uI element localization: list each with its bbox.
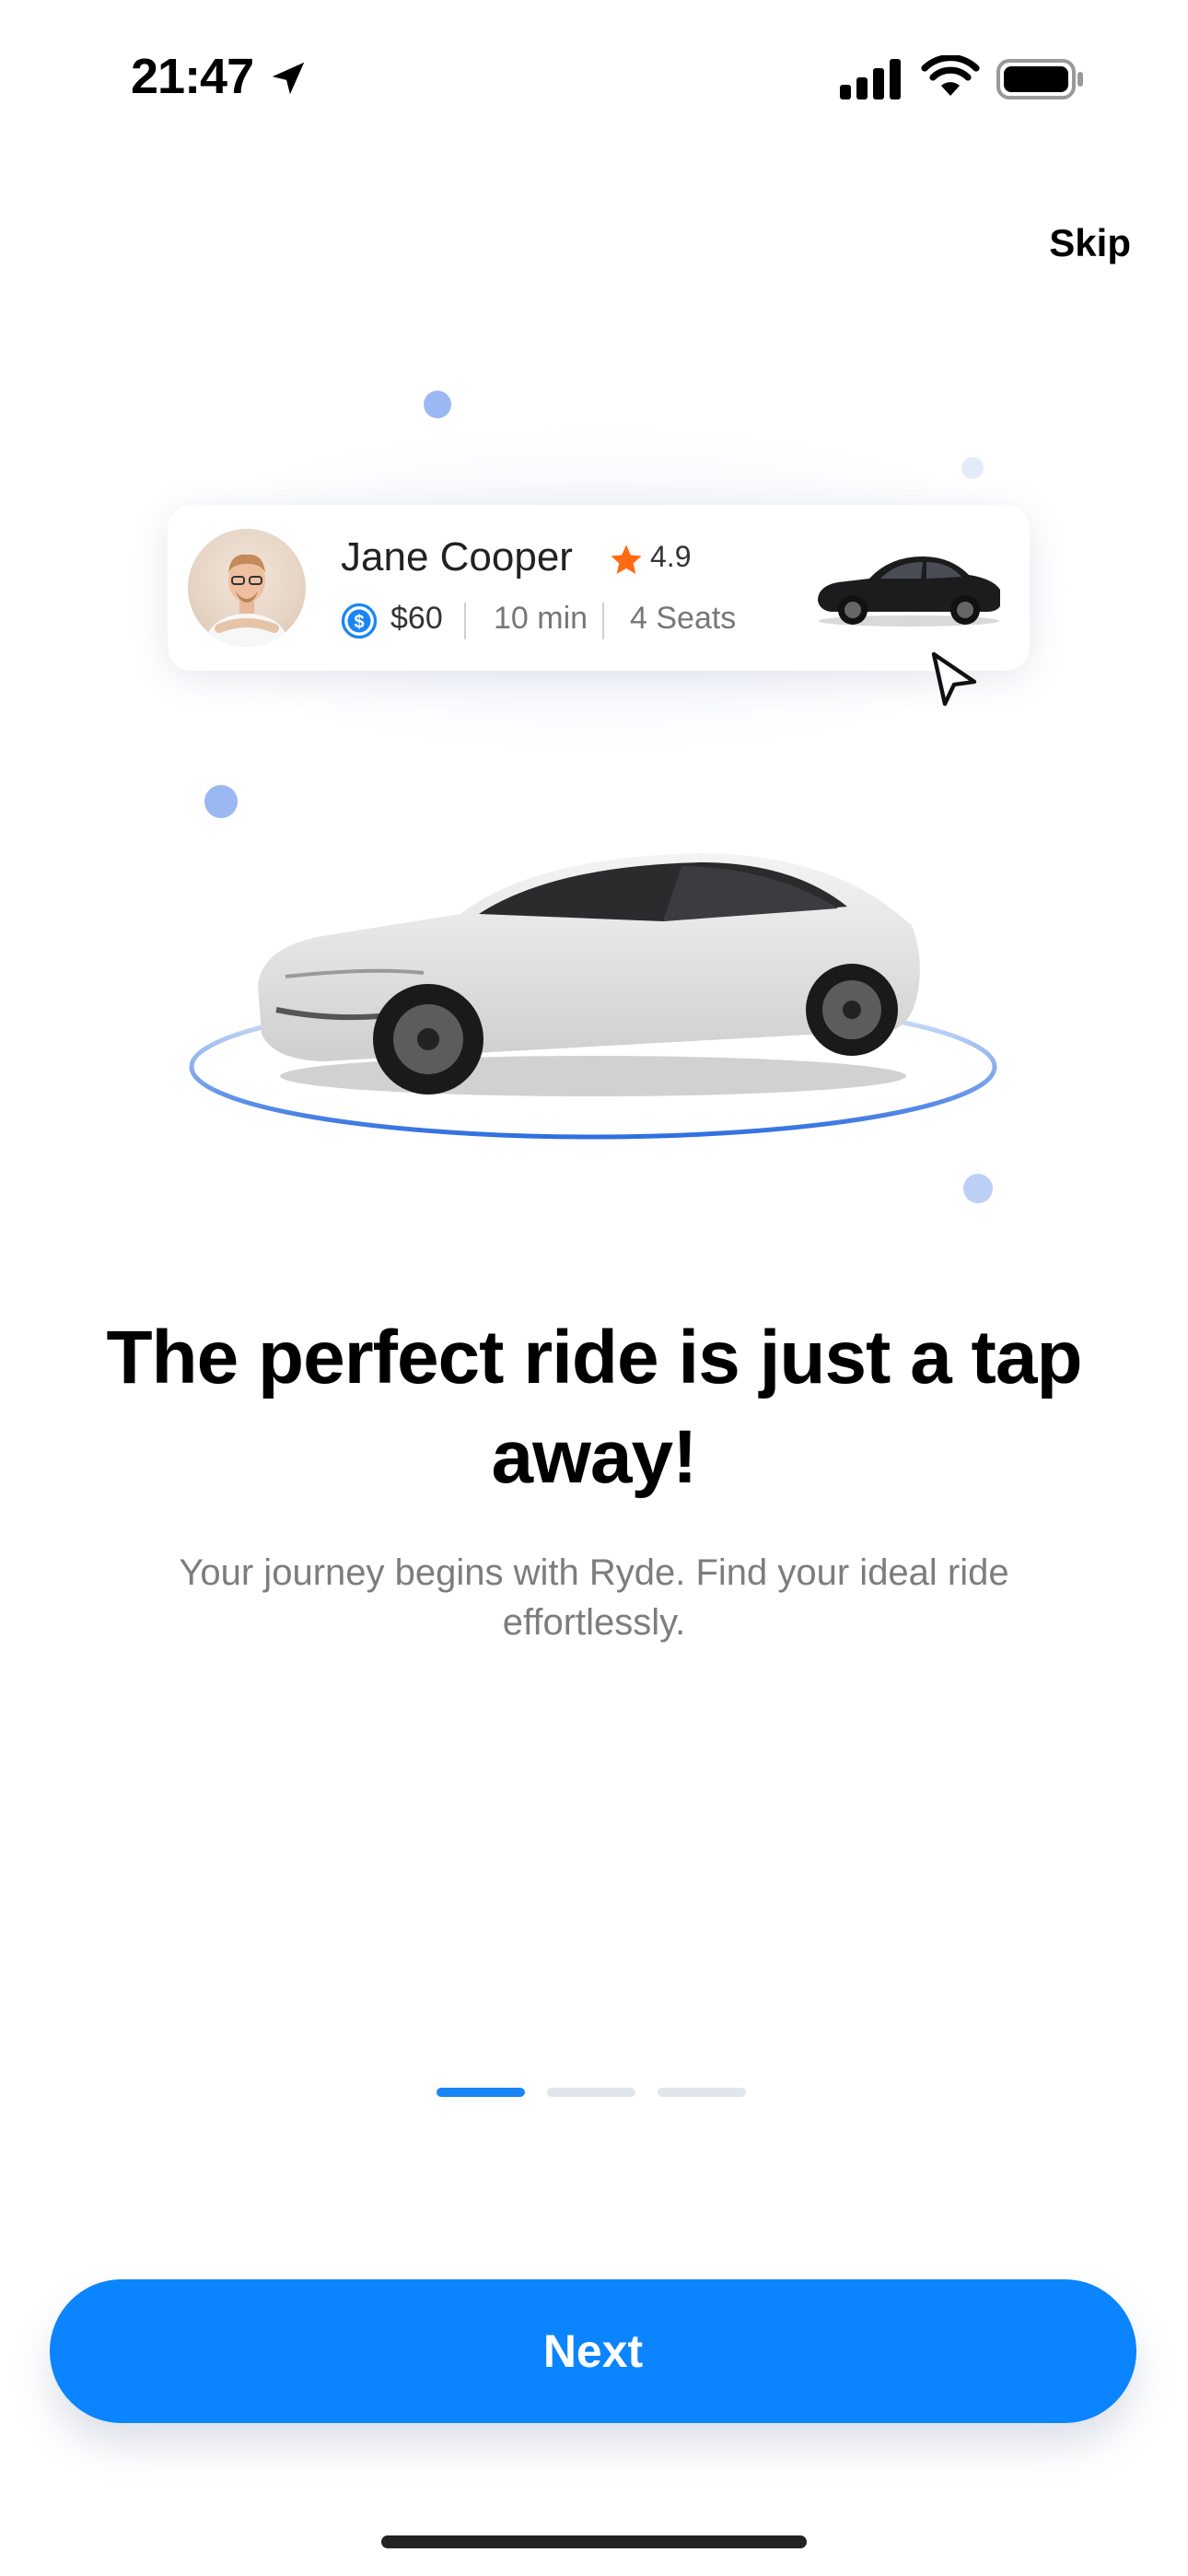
hero-car-illustration	[189, 853, 997, 1140]
svg-text:$: $	[354, 613, 364, 633]
wifi-icon	[921, 55, 980, 96]
ride-card: Jane Cooper 4.9 $ $60 10 min 4 Seats	[168, 505, 1030, 671]
next-button[interactable]: Next	[50, 2279, 1136, 2423]
driver-rating: 4.9	[650, 540, 692, 573]
decor-dot	[204, 785, 238, 818]
status-time: 21:47	[131, 49, 254, 104]
divider	[464, 603, 466, 639]
skip-button[interactable]: Skip	[1049, 221, 1131, 265]
home-indicator	[381, 2535, 807, 2548]
star-icon	[611, 544, 642, 574]
divider	[602, 603, 604, 639]
page-indicator-active	[437, 2088, 525, 2097]
page-indicator	[547, 2088, 635, 2097]
ride-seats: 4 Seats	[630, 601, 737, 636]
ride-price: $60	[390, 601, 443, 636]
onboarding-title: The perfect ride is just a tap away!	[106, 1316, 1082, 1499]
page-indicator	[658, 2088, 746, 2097]
suv-car-icon	[818, 556, 1000, 626]
location-arrow-icon	[272, 62, 305, 95]
driver-name: Jane Cooper	[341, 534, 573, 580]
pointer-cursor-icon	[931, 651, 977, 707]
ride-duration: 10 min	[494, 601, 588, 636]
decor-dot	[963, 1174, 993, 1203]
battery-icon	[996, 59, 1083, 100]
onboarding-subtitle: Your journey begins with Ryde. Find your…	[179, 1552, 1009, 1643]
driver-avatar	[188, 529, 306, 647]
decor-dot	[424, 391, 451, 418]
signal-icon	[840, 59, 901, 100]
dollar-icon: $	[341, 603, 378, 639]
